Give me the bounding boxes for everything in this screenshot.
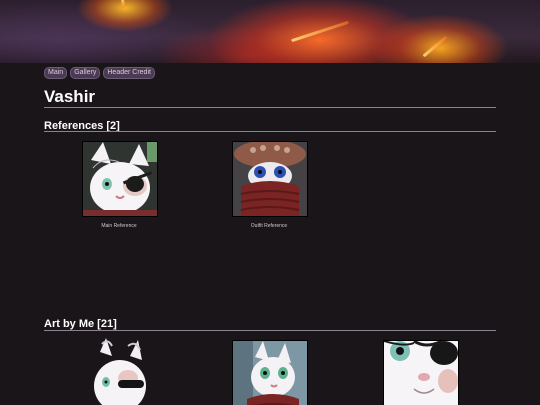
art-thumbnail[interactable] [82,338,156,405]
outfit-reference-caption: Outfit Reference [250,223,288,229]
header-banner-image [0,0,540,63]
page-title: Vashir [44,87,96,106]
main-reference-image[interactable] [82,141,158,217]
nav-gallery-button[interactable]: Gallery [70,67,101,79]
art-divider [44,330,496,331]
references-divider [44,131,496,132]
art-thumbnail[interactable] [232,340,308,405]
profile-page: Main Gallery Header Credit Vashir Refere… [0,0,540,405]
title-divider [44,107,496,108]
outfit-reference-image[interactable] [232,141,308,217]
profile-nav: Main Gallery Header Credit [44,67,155,79]
main-reference-caption: Main Reference [101,223,137,229]
nav-header-credit-button[interactable]: Header Credit [103,67,155,79]
art-thumbnail[interactable] [383,340,459,405]
nav-main-button[interactable]: Main [44,67,68,79]
